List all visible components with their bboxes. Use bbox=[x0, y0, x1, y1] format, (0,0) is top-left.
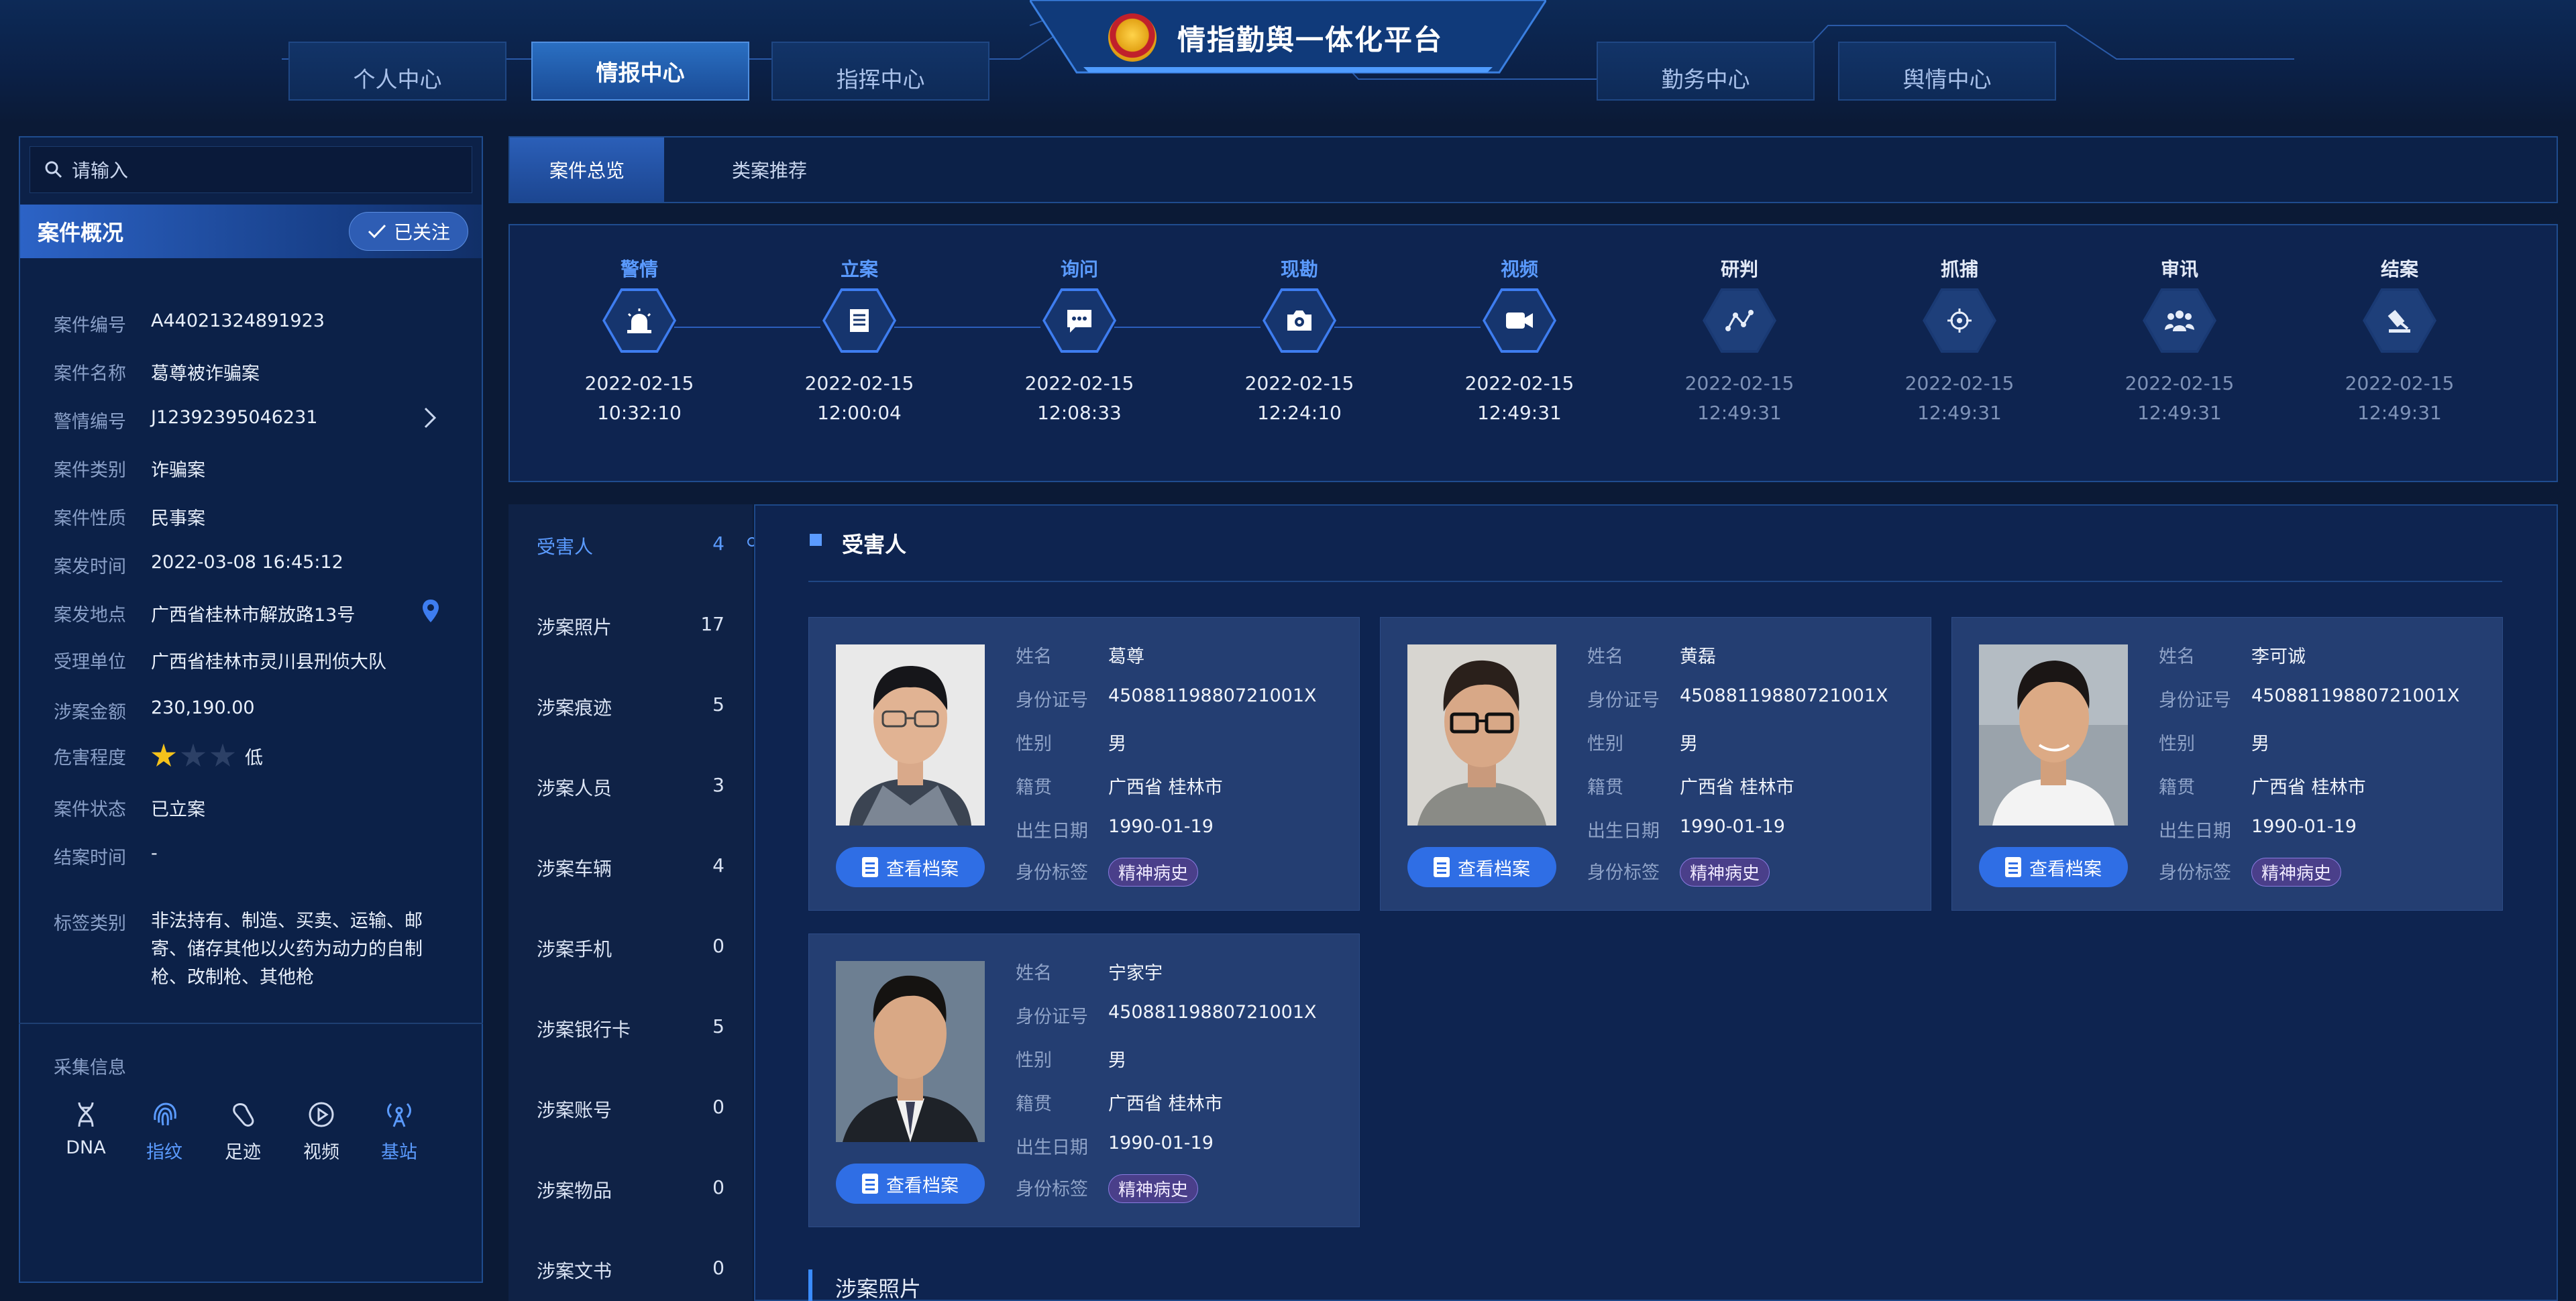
tab-similar-cases[interactable]: 类案推荐 bbox=[692, 137, 847, 202]
field-close-time: 结案时间 - bbox=[54, 843, 158, 868]
tab-command-center[interactable]: 指挥中心 bbox=[771, 42, 989, 101]
search-placeholder: 请输入 bbox=[72, 160, 129, 182]
analysis-icon bbox=[1705, 291, 1774, 350]
field-handling-unit: 受理单位 广西省桂林市灵川县刑侦大队 bbox=[54, 652, 386, 673]
document-icon bbox=[862, 857, 878, 877]
document-icon bbox=[1434, 857, 1450, 877]
identity-tag: 精神病史 bbox=[1108, 1174, 1199, 1203]
timeline-step-inquiry[interactable]: 询问 2022-02-15 12:08:33 bbox=[1006, 255, 1153, 428]
view-file-button[interactable]: 查看档案 bbox=[836, 847, 985, 887]
menu-item-bank-cards[interactable]: 涉案银行卡 5 bbox=[537, 1015, 724, 1042]
dna-icon bbox=[78, 1102, 94, 1127]
star-icon bbox=[151, 743, 176, 767]
identity-tag: 精神病史 bbox=[1108, 858, 1199, 887]
victim-card: 查看档案 姓名 黄磊 身份证号 45088119880721001X 性别男 籍贯广… bbox=[1380, 617, 1931, 911]
collect-video[interactable]: 视频 bbox=[288, 1100, 355, 1164]
field-incident-location: 案发地点 广西省桂林市解放路13号 bbox=[54, 605, 356, 626]
footprint-icon bbox=[233, 1103, 254, 1127]
victim-photo bbox=[836, 644, 985, 826]
victim-photo bbox=[1407, 644, 1556, 826]
victim-photo bbox=[1979, 644, 2128, 826]
people-icon bbox=[2145, 291, 2214, 350]
victim-card: 查看档案 姓名 李可诚 身份证号 45088119880721001X 性别男 籍贯… bbox=[1951, 617, 2503, 911]
field-incident-time: 案发时间 2022-03-08 16:45:12 bbox=[54, 552, 343, 577]
timeline-step-alarm[interactable]: 警情 2022-02-15 10:32:10 bbox=[566, 255, 713, 428]
field-case-number: 案件编号 A44021324891923 bbox=[54, 310, 325, 336]
check-icon bbox=[368, 224, 386, 239]
victim-photo bbox=[836, 961, 985, 1142]
menu-item-documents[interactable]: 涉案文书 0 bbox=[537, 1257, 724, 1284]
file-icon bbox=[825, 291, 894, 350]
search-icon bbox=[45, 161, 62, 178]
gavel-icon bbox=[2365, 291, 2434, 350]
fingerprint-icon bbox=[154, 1102, 176, 1126]
identity-tag: 精神病史 bbox=[1680, 858, 1770, 887]
tab-personal-center[interactable]: 个人中心 bbox=[288, 42, 506, 101]
field-alarm-number[interactable]: 警情编号 J12392395046231 bbox=[54, 407, 317, 433]
field-case-category: 案件类别 诈骗案 bbox=[54, 460, 205, 481]
followed-button[interactable]: 已关注 bbox=[349, 212, 468, 251]
menu-item-items[interactable]: 涉案物品 0 bbox=[537, 1176, 724, 1203]
field-amount: 涉案金额 230,190.00 bbox=[54, 697, 255, 723]
field-tag-category: 标签类别 非法持有、制造、买卖、运输、邮 寄、储存其他以火药为动力的自制 枪、改制枪… bbox=[54, 911, 423, 988]
tab-intelligence-center[interactable]: 情报中心 bbox=[531, 42, 749, 101]
collect-fingerprint[interactable]: 指纹 bbox=[131, 1100, 198, 1164]
menu-item-vehicles[interactable]: 涉案车辆 4 bbox=[537, 854, 724, 881]
star-icon bbox=[210, 743, 235, 767]
victim-card: 查看档案 姓名 葛尊 身份证号 45088119880721001X 性别男 籍贯广… bbox=[808, 617, 1360, 911]
tab-case-overview[interactable]: 案件总览 bbox=[510, 137, 664, 202]
star-icon bbox=[180, 743, 206, 767]
menu-item-accounts[interactable]: 涉案账号 0 bbox=[537, 1096, 724, 1123]
victim-card: 查看档案 姓名 宁家宇 身份证号 45088119880721001X 性别男 籍贯… bbox=[808, 934, 1360, 1227]
collect-base-station[interactable]: 基站 bbox=[366, 1100, 433, 1164]
timeline-step-analysis[interactable]: 研判 2022-02-15 12:49:31 bbox=[1666, 255, 1813, 428]
collect-footprint[interactable]: 足迹 bbox=[209, 1100, 276, 1164]
section-title-victims: 受害人 bbox=[842, 532, 907, 557]
search-input[interactable]: 请输入 bbox=[30, 146, 472, 193]
video-icon bbox=[1485, 291, 1554, 350]
menu-item-traces[interactable]: 涉案痕迹 5 bbox=[537, 693, 724, 720]
platform-title: 情指勤舆一体化平台 bbox=[1177, 23, 1444, 56]
menu-item-persons[interactable]: 涉案人员 3 bbox=[537, 774, 724, 801]
tab-duty-center[interactable]: 勤务中心 bbox=[1597, 42, 1815, 101]
timeline-step-video[interactable]: 视频 2022-02-15 12:49:31 bbox=[1446, 255, 1593, 428]
alarm-icon bbox=[605, 291, 674, 350]
menu-item-phones[interactable]: 涉案手机 0 bbox=[537, 935, 724, 962]
view-file-button[interactable]: 查看档案 bbox=[836, 1164, 985, 1204]
view-file-button[interactable]: 查看档案 bbox=[1979, 847, 2128, 887]
timeline-step-filing[interactable]: 立案 2022-02-15 12:00:04 bbox=[786, 255, 933, 428]
collect-dna[interactable]: DNA bbox=[52, 1100, 119, 1158]
document-icon bbox=[2005, 857, 2021, 877]
field-harm-level: 危害程度 低 bbox=[54, 743, 263, 769]
menu-item-photos[interactable]: 涉案照片 17 bbox=[537, 613, 724, 640]
chat-icon bbox=[1045, 291, 1114, 350]
section-title-photos: 涉案照片 bbox=[835, 1276, 922, 1301]
section-marker bbox=[810, 534, 822, 546]
harm-level-stars bbox=[151, 743, 235, 769]
field-case-name: 案件名称 葛尊被诈骗案 bbox=[54, 363, 260, 384]
police-emblem-icon bbox=[1108, 13, 1157, 62]
chevron-right-icon[interactable] bbox=[423, 406, 439, 430]
tab-public-opinion-center[interactable]: 舆情中心 bbox=[1838, 42, 2056, 101]
field-case-status: 案件状态 已立案 bbox=[54, 799, 205, 820]
menu-item-victims[interactable]: 受害人 4 bbox=[537, 532, 724, 559]
timeline-step-interrogation[interactable]: 审讯 2022-02-15 12:49:31 bbox=[2106, 255, 2253, 428]
timeline-step-arrest[interactable]: 抓捕 2022-02-15 12:49:31 bbox=[1886, 255, 2033, 428]
base-station-icon bbox=[387, 1102, 411, 1127]
divider bbox=[808, 581, 2502, 582]
target-icon bbox=[1925, 291, 1994, 350]
collect-info-title: 采集信息 bbox=[54, 1058, 126, 1078]
video-play-icon bbox=[309, 1102, 334, 1127]
view-file-button[interactable]: 查看档案 bbox=[1407, 847, 1556, 887]
identity-tag: 精神病史 bbox=[2251, 858, 2342, 887]
timeline-step-survey[interactable]: 现勘 2022-02-15 12:24:10 bbox=[1226, 255, 1373, 428]
field-case-nature: 案件性质 民事案 bbox=[54, 508, 205, 529]
camera-icon bbox=[1265, 291, 1334, 350]
timeline-step-close[interactable]: 结案 2022-02-15 12:49:31 bbox=[2326, 255, 2473, 428]
location-pin-icon[interactable] bbox=[421, 598, 440, 624]
section-marker bbox=[808, 1269, 812, 1301]
document-icon bbox=[862, 1174, 878, 1194]
divider bbox=[19, 1023, 483, 1024]
